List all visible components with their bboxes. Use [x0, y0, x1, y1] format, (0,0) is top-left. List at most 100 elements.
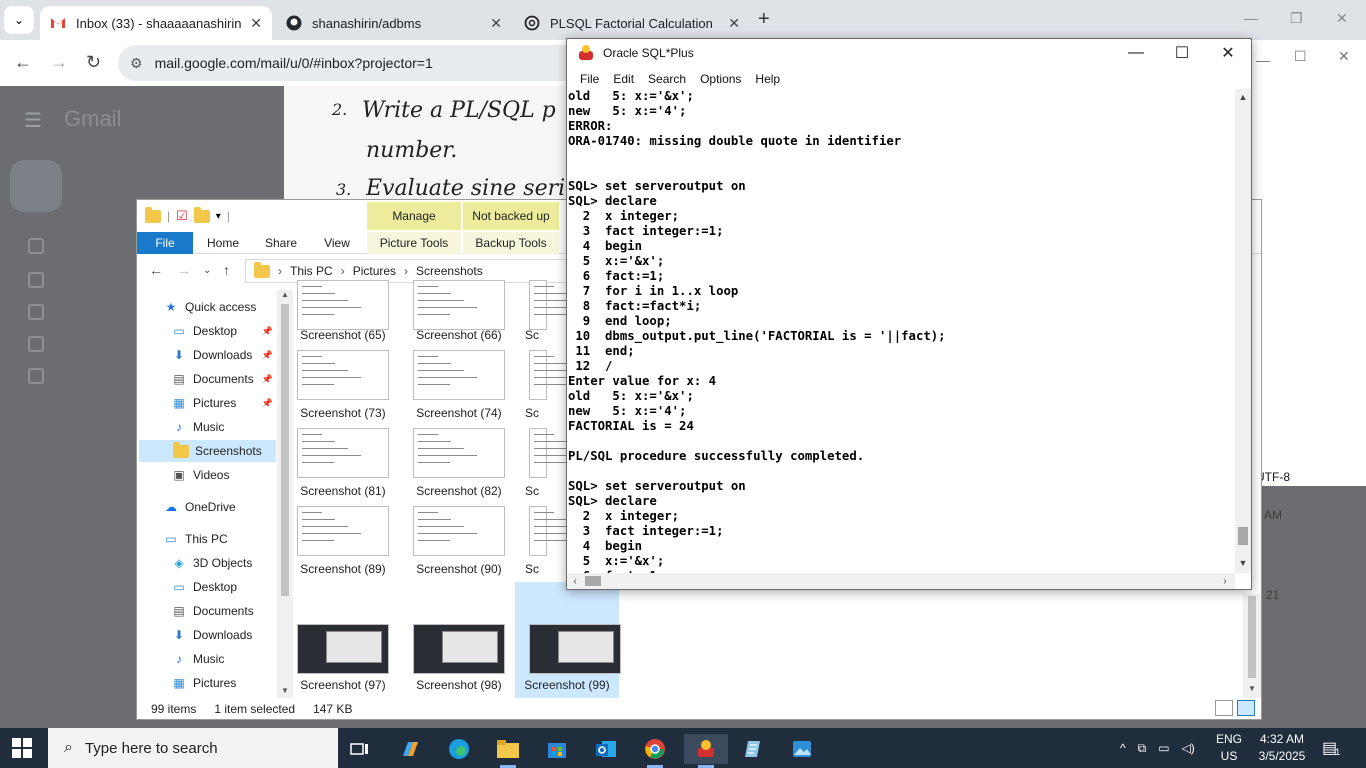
close-icon[interactable]: ✕: [728, 15, 740, 32]
properties-icon[interactable]: ☑: [176, 208, 188, 224]
tab-share[interactable]: Share: [257, 232, 305, 254]
compose-button[interactable]: [10, 160, 62, 212]
scroll-thumb[interactable]: [281, 304, 289, 596]
nav-item[interactable]: ▤ Documents 📌: [137, 368, 277, 390]
details-view-icon[interactable]: [1215, 700, 1233, 716]
back-icon[interactable]: ←: [14, 52, 32, 73]
breadcrumb-item[interactable]: This PC: [290, 264, 333, 278]
inbox-icon[interactable]: [28, 238, 44, 254]
maximize-icon[interactable]: ☐: [1294, 48, 1307, 65]
breadcrumb[interactable]: › This PC › Pictures › Screenshots: [245, 259, 575, 283]
nav-item[interactable]: ★ Quick access: [137, 296, 277, 318]
meet-now-icon[interactable]: ⧉: [1138, 741, 1147, 756]
nav-item[interactable]: ▭ This PC: [137, 528, 277, 550]
back-icon[interactable]: ←: [149, 262, 163, 278]
tab-search-button[interactable]: ⌄: [4, 6, 34, 34]
breadcrumb-item[interactable]: Screenshots: [416, 264, 483, 278]
outlook-icon[interactable]: [588, 734, 624, 764]
photos-icon[interactable]: [784, 734, 820, 764]
nav-item[interactable]: ⬇ Downloads: [137, 624, 277, 646]
up-icon[interactable]: ↑: [223, 262, 230, 278]
file-explorer-icon[interactable]: [490, 734, 526, 768]
vertical-scrollbar[interactable]: ▲ ▼: [1235, 89, 1251, 573]
nav-item[interactable]: ☁ OneDrive: [137, 496, 277, 518]
close-button[interactable]: ✕: [1205, 39, 1251, 67]
tab-picture-tools[interactable]: Picture Tools: [367, 232, 461, 254]
close-icon[interactable]: ✕: [250, 15, 262, 32]
nav-item[interactable]: ▭ Desktop: [137, 576, 277, 598]
console-output[interactable]: old 5: x:='&x'; new 5: x:='4'; ERROR: ORA-0…: [567, 89, 1235, 573]
store-icon[interactable]: [539, 734, 575, 764]
nav-item[interactable]: Screenshots: [139, 440, 276, 462]
task-view-icon[interactable]: [342, 734, 378, 764]
scroll-right-icon[interactable]: ›: [1217, 573, 1233, 589]
close-icon[interactable]: ✕: [1338, 48, 1350, 65]
nav-item[interactable]: ▦ Pictures 📌: [137, 392, 277, 414]
draft-icon[interactable]: [28, 368, 44, 384]
close-icon[interactable]: ✕: [1336, 10, 1348, 27]
volume-icon[interactable]: ◁): [1182, 741, 1195, 755]
new-folder-icon[interactable]: [193, 206, 210, 223]
send-icon[interactable]: [28, 336, 44, 352]
edge-icon[interactable]: [441, 734, 477, 764]
clock-icon[interactable]: [28, 304, 44, 320]
scroll-down-icon[interactable]: ▼: [1248, 684, 1256, 693]
horizontal-scrollbar[interactable]: ‹ ›: [567, 573, 1235, 589]
tab-backup-tools[interactable]: Backup Tools: [463, 232, 559, 254]
close-icon[interactable]: ✕: [490, 15, 502, 32]
chevron-down-icon[interactable]: ▾: [216, 211, 221, 222]
tab-view[interactable]: View: [313, 232, 361, 254]
breadcrumb-item[interactable]: Pictures: [353, 264, 396, 278]
notepad-icon[interactable]: [735, 734, 771, 764]
tab-gmail[interactable]: Inbox (33) - shaaaaanashirin@g ✕: [40, 6, 272, 40]
menu-edit[interactable]: Edit: [606, 69, 641, 89]
copilot-icon[interactable]: [392, 734, 428, 764]
menu-file[interactable]: File: [573, 69, 606, 89]
large-icons-view-icon[interactable]: [1237, 700, 1255, 716]
scroll-down-icon[interactable]: ▼: [1235, 555, 1251, 571]
minimize-icon[interactable]: —: [1244, 10, 1258, 26]
tab-home[interactable]: Home: [199, 232, 247, 254]
network-icon[interactable]: ▭: [1158, 741, 1169, 755]
forward-icon[interactable]: →: [177, 262, 191, 278]
clock[interactable]: 4:32 AM 3/5/2025: [1254, 731, 1310, 765]
sqlplus-taskbar-icon[interactable]: [684, 734, 728, 768]
scroll-thumb[interactable]: [585, 576, 601, 586]
menu-search[interactable]: Search: [641, 69, 693, 89]
scroll-thumb[interactable]: [1248, 596, 1256, 678]
forward-icon[interactable]: →: [50, 52, 68, 73]
taskbar-search[interactable]: ⌕ Type here to search: [48, 728, 338, 768]
star-icon[interactable]: [28, 272, 44, 288]
file-thumbnail[interactable]: Screenshot (99): [515, 582, 621, 698]
minimize-button[interactable]: —: [1113, 39, 1159, 67]
minimize-icon[interactable]: —: [1256, 52, 1270, 68]
nav-item[interactable]: ▭ Desktop 📌: [137, 320, 277, 342]
menu-icon[interactable]: ☰: [24, 108, 42, 133]
scroll-left-icon[interactable]: ‹: [567, 573, 583, 589]
scroll-up-icon[interactable]: ▲: [281, 290, 289, 299]
nav-item[interactable]: ▦ Pictures: [137, 672, 277, 694]
maximize-button[interactable]: ☐: [1159, 39, 1205, 67]
nav-item[interactable]: ◈ 3D Objects: [137, 552, 277, 574]
tab-chatgpt[interactable]: PLSQL Factorial Calculation ✕: [514, 6, 750, 40]
main-scrollbar[interactable]: ▼: [1243, 594, 1261, 698]
nav-item[interactable]: ♪ Music: [137, 648, 277, 670]
menu-help[interactable]: Help: [748, 69, 787, 89]
new-tab-button[interactable]: +: [758, 8, 770, 31]
input-language[interactable]: ENG US: [1216, 731, 1242, 765]
scroll-thumb[interactable]: [1238, 527, 1248, 545]
nav-item[interactable]: ⬇ Downloads 📌: [137, 344, 277, 366]
not-backed-up-context-tab[interactable]: Not backed up: [463, 202, 559, 230]
chevron-up-icon[interactable]: ^: [1120, 741, 1126, 755]
scroll-up-icon[interactable]: ▲: [1235, 89, 1251, 105]
nav-item[interactable]: ▣ Videos: [137, 464, 277, 486]
notification-center[interactable]: ▤ 1: [1322, 728, 1340, 768]
site-info-icon[interactable]: ⚙: [130, 55, 143, 72]
maximize-icon[interactable]: ❐: [1290, 10, 1303, 27]
windows-start-button[interactable]: [12, 738, 32, 758]
chrome-icon[interactable]: [637, 734, 673, 768]
recent-locations-icon[interactable]: ⌄: [203, 265, 211, 276]
nav-item[interactable]: ♪ Music: [137, 416, 277, 438]
menu-options[interactable]: Options: [693, 69, 748, 89]
nav-item[interactable]: ▤ Documents: [137, 600, 277, 622]
